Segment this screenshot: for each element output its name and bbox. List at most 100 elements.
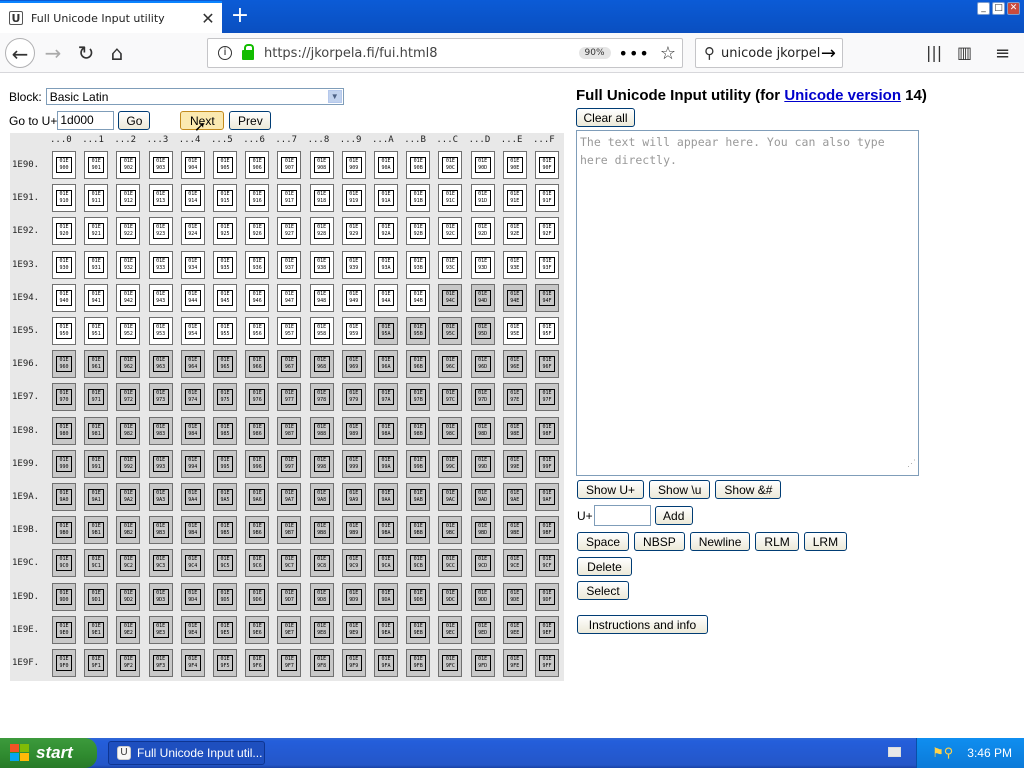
character-cell[interactable]: 01E 91F bbox=[535, 184, 559, 213]
character-cell[interactable]: 01E 9C7 bbox=[277, 549, 302, 578]
character-cell[interactable]: 01E 982 bbox=[116, 416, 141, 445]
character-cell[interactable]: 01E 938 bbox=[309, 250, 334, 279]
character-cell[interactable]: 01E 9C4 bbox=[180, 549, 205, 578]
character-cell[interactable]: 01E 9F2 bbox=[116, 649, 141, 677]
character-cell[interactable]: 01E 9A9 bbox=[341, 483, 366, 511]
character-cell[interactable]: 01E 93A bbox=[374, 250, 398, 279]
character-cell[interactable]: 01E 9B7 bbox=[277, 516, 302, 545]
character-cell[interactable]: 01E 916 bbox=[245, 184, 270, 213]
character-cell[interactable]: 01E 952 bbox=[116, 317, 141, 345]
character-cell[interactable]: 01E 97E bbox=[502, 383, 527, 412]
character-cell[interactable]: 01E 9BF bbox=[535, 516, 559, 545]
character-cell[interactable]: 01E 922 bbox=[116, 217, 141, 246]
character-cell[interactable]: 01E 949 bbox=[341, 283, 366, 312]
character-cell[interactable]: 01E 911 bbox=[84, 184, 109, 213]
character-cell[interactable]: 01E 91B bbox=[406, 184, 431, 213]
character-cell[interactable]: 01E 902 bbox=[116, 151, 141, 179]
character-cell[interactable]: 01E 996 bbox=[245, 449, 270, 478]
unicode-version-link[interactable]: Unicode version bbox=[784, 87, 901, 104]
character-cell[interactable]: 01E 9A6 bbox=[245, 483, 270, 511]
character-cell[interactable]: 01E 9B9 bbox=[341, 516, 366, 545]
character-cell[interactable]: 01E 978 bbox=[309, 383, 334, 412]
character-cell[interactable]: 01E 9E9 bbox=[341, 615, 366, 644]
character-cell[interactable]: 01E 90F bbox=[535, 151, 559, 179]
tab-close-icon[interactable]: ✕ bbox=[198, 9, 218, 28]
character-cell[interactable]: 01E 95A bbox=[374, 317, 398, 345]
character-cell[interactable]: 01E 9FC bbox=[438, 649, 463, 677]
minimize-button[interactable]: _ bbox=[977, 2, 990, 15]
character-cell[interactable]: 01E 9B6 bbox=[245, 516, 270, 545]
character-cell[interactable]: 01E 9DE bbox=[502, 582, 527, 611]
character-cell[interactable]: 01E 98E bbox=[502, 416, 527, 445]
character-cell[interactable]: 01E 91A bbox=[374, 184, 398, 213]
character-cell[interactable]: 01E 944 bbox=[180, 283, 205, 312]
clear-all-button[interactable]: Clear all bbox=[576, 108, 635, 127]
character-cell[interactable]: 01E 9CF bbox=[535, 549, 559, 578]
space-button[interactable]: Space bbox=[577, 532, 630, 551]
character-cell[interactable]: 01E 9D0 bbox=[52, 582, 76, 611]
site-info-icon[interactable]: i bbox=[218, 46, 232, 60]
character-cell[interactable]: 01E 966 bbox=[245, 350, 270, 379]
search-input[interactable]: unicode jkorpela bbox=[721, 46, 821, 61]
search-bar[interactable]: ⚲ unicode jkorpela → bbox=[695, 38, 843, 68]
character-cell[interactable]: 01E 99E bbox=[502, 449, 527, 478]
character-cell[interactable]: 01E 942 bbox=[116, 283, 141, 312]
character-cell[interactable]: 01E 989 bbox=[341, 416, 366, 445]
bookmark-star-icon[interactable]: ☆ bbox=[660, 43, 676, 64]
character-cell[interactable]: 01E 9FF bbox=[535, 649, 559, 677]
tray-network-icon[interactable]: ⚑⚲ bbox=[932, 745, 953, 761]
character-cell[interactable]: 01E 958 bbox=[309, 317, 334, 345]
character-cell[interactable]: 01E 9AC bbox=[438, 483, 463, 511]
character-cell[interactable]: 01E 9CC bbox=[438, 549, 463, 578]
character-cell[interactable]: 01E 939 bbox=[341, 250, 366, 279]
library-icon[interactable]: ||| bbox=[926, 43, 942, 62]
character-cell[interactable]: 01E 907 bbox=[277, 151, 302, 179]
character-cell[interactable]: 01E 9AB bbox=[406, 483, 431, 511]
character-cell[interactable]: 01E 977 bbox=[277, 383, 302, 412]
character-cell[interactable]: 01E 9F7 bbox=[277, 649, 302, 677]
character-cell[interactable]: 01E 990 bbox=[52, 449, 76, 478]
character-cell[interactable]: 01E 910 bbox=[52, 184, 76, 213]
close-window-button[interactable]: ✕ bbox=[1007, 2, 1020, 15]
character-cell[interactable]: 01E 97A bbox=[374, 383, 398, 412]
character-cell[interactable]: 01E 9AF bbox=[535, 483, 559, 511]
character-cell[interactable]: 01E 951 bbox=[84, 317, 109, 345]
character-cell[interactable]: 01E 9D2 bbox=[116, 582, 141, 611]
character-cell[interactable]: 01E 945 bbox=[213, 283, 237, 312]
character-cell[interactable]: 01E 90B bbox=[406, 151, 431, 179]
character-cell[interactable]: 01E 96A bbox=[374, 350, 398, 379]
character-cell[interactable]: 01E 9F9 bbox=[341, 649, 366, 677]
character-cell[interactable]: 01E 9D7 bbox=[277, 582, 302, 611]
page-actions-icon[interactable]: ••• bbox=[619, 44, 650, 63]
character-cell[interactable]: 01E 967 bbox=[277, 350, 302, 379]
character-cell[interactable]: 01E 91E bbox=[502, 184, 527, 213]
character-cell[interactable]: 01E 928 bbox=[309, 217, 334, 246]
taskbar-window-item[interactable]: U Full Unicode Input util... bbox=[108, 741, 265, 765]
character-cell[interactable]: 01E 933 bbox=[148, 250, 173, 279]
character-cell[interactable]: 01E 924 bbox=[180, 217, 205, 246]
character-cell[interactable]: 01E 9D5 bbox=[213, 582, 237, 611]
character-cell[interactable]: 01E 919 bbox=[341, 184, 366, 213]
character-cell[interactable]: 01E 9B4 bbox=[180, 516, 205, 545]
character-cell[interactable]: 01E 9C0 bbox=[52, 549, 76, 578]
character-cell[interactable]: 01E 96C bbox=[438, 350, 463, 379]
character-cell[interactable]: 01E 991 bbox=[84, 449, 109, 478]
character-cell[interactable]: 01E 9B5 bbox=[213, 516, 237, 545]
character-cell[interactable]: 01E 964 bbox=[180, 350, 205, 379]
character-cell[interactable]: 01E 9A7 bbox=[277, 483, 302, 511]
character-cell[interactable]: 01E 940 bbox=[52, 283, 76, 312]
character-cell[interactable]: 01E 95C bbox=[438, 317, 463, 345]
uplus-input[interactable] bbox=[593, 505, 651, 526]
character-cell[interactable]: 01E 954 bbox=[180, 317, 205, 345]
character-cell[interactable]: 01E 9FA bbox=[374, 649, 398, 677]
character-cell[interactable]: 01E 923 bbox=[148, 217, 173, 246]
character-cell[interactable]: 01E 957 bbox=[277, 317, 302, 345]
character-cell[interactable]: 01E 970 bbox=[52, 383, 76, 412]
character-cell[interactable]: 01E 94F bbox=[535, 283, 559, 312]
character-cell[interactable]: 01E 99B bbox=[406, 449, 431, 478]
character-cell[interactable]: 01E 9E4 bbox=[180, 615, 205, 644]
character-cell[interactable]: 01E 953 bbox=[148, 317, 173, 345]
character-cell[interactable]: 01E 99C bbox=[438, 449, 463, 478]
instructions-button[interactable]: Instructions and info bbox=[577, 615, 708, 634]
character-cell[interactable]: 01E 9CE bbox=[502, 549, 527, 578]
